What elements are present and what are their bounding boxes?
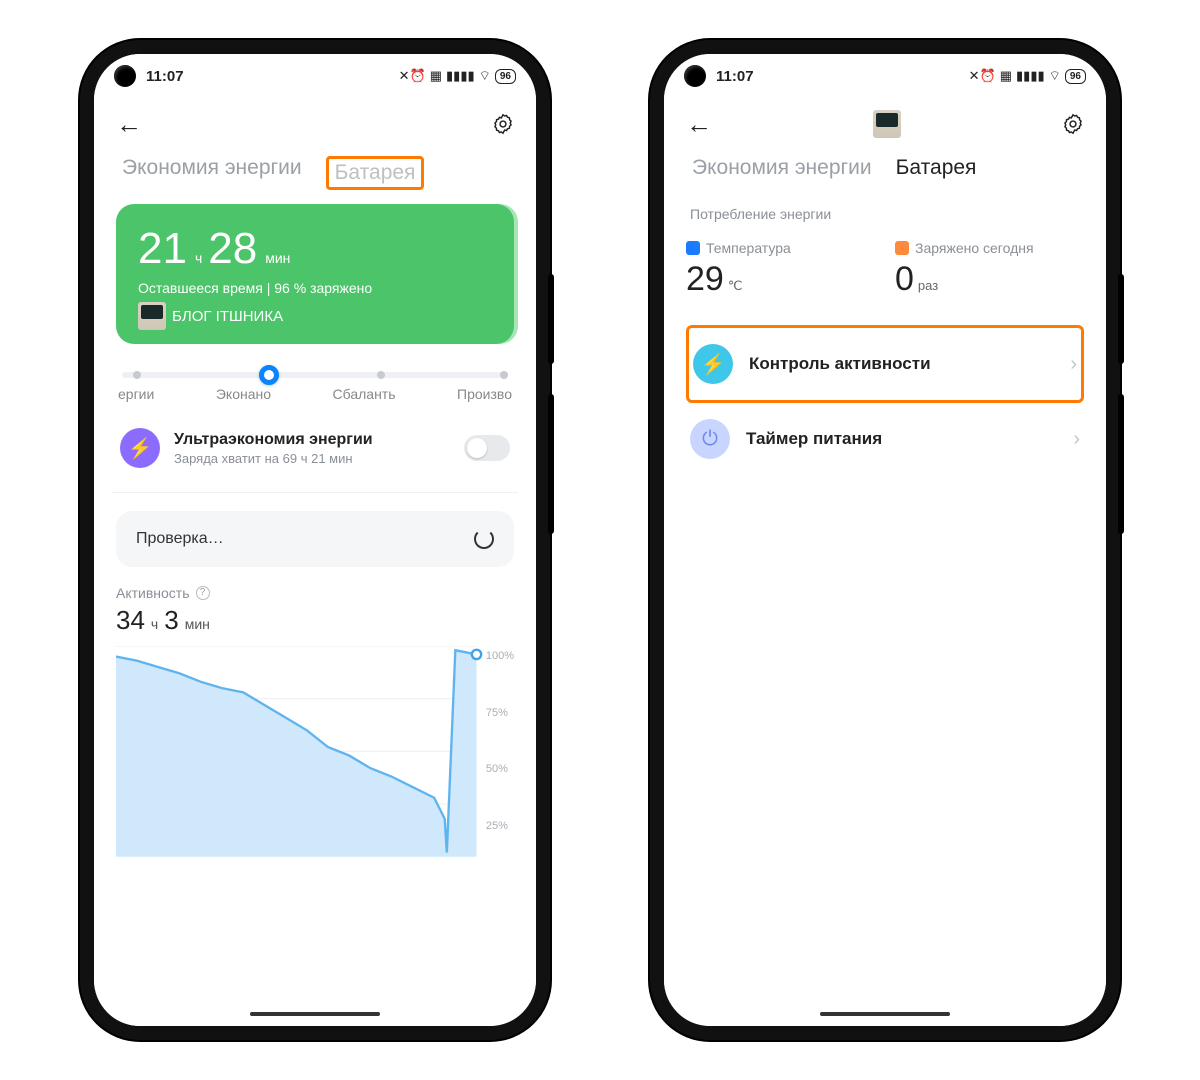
power-mode-slider[interactable]: ергииЭконаноСбалантьПроизво <box>116 372 514 402</box>
stats-row: Температура 29℃ Заряжено сегодня 0раз <box>686 240 1084 299</box>
ultra-sub: Заряда хватит на 69 ч 21 мин <box>174 451 373 466</box>
status-icons: ✕⏰ ▦ ▮▮▮▮ ⌔ 96 <box>969 68 1086 84</box>
sim-icon: ▦ <box>430 68 442 84</box>
remaining-time-card[interactable]: 21ч 28мин Оставшееся время | 96 % заряже… <box>116 204 514 344</box>
tabs: Экономия энергии Батарея <box>664 150 1106 194</box>
activity-time: 34ч 3мин <box>116 605 514 636</box>
activity-chart: 100% 75% 50% 25% <box>116 646 514 836</box>
check-label: Проверка… <box>136 530 224 548</box>
home-indicator[interactable] <box>820 1012 950 1016</box>
back-button[interactable]: ← <box>686 111 712 137</box>
tab-energy-saving[interactable]: Экономия энергии <box>692 156 872 180</box>
home-indicator[interactable] <box>250 1012 380 1016</box>
tab-battery[interactable]: Батарея <box>335 161 416 184</box>
settings-icon[interactable] <box>1062 113 1084 135</box>
app-bar: ← <box>664 98 1106 150</box>
camera-punch-hole <box>684 65 706 87</box>
screen-right: 11:07 ✕⏰ ▦ ▮▮▮▮ ⌔ 96 ← Экономия энергии … <box>664 54 1106 1026</box>
status-icons: ✕⏰ ▦ ▮▮▮▮ ⌔ 96 <box>399 68 516 84</box>
computer-icon <box>873 110 901 138</box>
remaining-time-value: 21ч 28мин <box>138 224 492 274</box>
side-button <box>1118 274 1124 364</box>
content-left: 21ч 28мин Оставшееся время | 96 % заряже… <box>94 204 536 1026</box>
ultra-power-saving-row: ⚡ Ультраэкономия энергии Заряда хватит н… <box>116 412 514 486</box>
signal-icon: ▮▮▮▮ <box>446 68 475 84</box>
status-time: 11:07 <box>146 68 184 85</box>
status-bar: 11:07 ✕⏰ ▦ ▮▮▮▮ ⌔ 96 <box>94 54 536 98</box>
chevron-right-icon: › <box>1070 353 1077 376</box>
bolt-icon: ⚡ <box>693 344 733 384</box>
sim-icon: ▦ <box>1000 68 1012 84</box>
check-row[interactable]: Проверка… <box>116 511 514 567</box>
status-time: 11:07 <box>716 68 754 85</box>
wifi-icon: ⌔ <box>1049 68 1061 84</box>
computer-icon <box>138 302 166 330</box>
help-icon[interactable]: ? <box>196 586 210 600</box>
chart-y-labels: 100% 75% 50% 25% <box>486 646 514 836</box>
slider-stop[interactable] <box>133 371 141 379</box>
phone-left: 11:07 ✕⏰ ▦ ▮▮▮▮ ⌔ 96 ← Экономия энергии … <box>80 40 550 1040</box>
slider-labels: ергииЭконаноСбалантьПроизво <box>116 386 514 402</box>
wifi-icon: ⌔ <box>479 68 491 84</box>
side-button <box>548 394 554 534</box>
mute-icon: ✕⏰ <box>969 68 996 84</box>
spinner-icon <box>474 529 494 549</box>
phone-right: 11:07 ✕⏰ ▦ ▮▮▮▮ ⌔ 96 ← Экономия энергии … <box>650 40 1120 1040</box>
chevron-right-icon: › <box>1073 428 1080 451</box>
tabs: Экономия энергии Батарея <box>94 150 536 204</box>
tab-battery[interactable]: Батарея <box>896 156 977 180</box>
bolt-icon: ⚡ <box>120 428 160 468</box>
mute-icon: ✕⏰ <box>399 68 426 84</box>
thermometer-icon <box>686 241 700 255</box>
activity-control-item[interactable]: ⚡ Контроль активности › <box>689 328 1081 400</box>
signal-icon: ▮▮▮▮ <box>1016 68 1045 84</box>
activity-header: Активность ? <box>116 585 514 601</box>
slider-knob[interactable] <box>259 365 279 385</box>
battery-icon: 96 <box>1065 69 1086 84</box>
highlight-activity-control: ⚡ Контроль активности › <box>686 325 1084 403</box>
power-timer-item[interactable]: ⏻ Таймер питания › <box>686 403 1084 475</box>
settings-icon[interactable] <box>492 113 514 135</box>
side-button <box>1118 394 1124 534</box>
stat-charged-today: Заряжено сегодня 0раз <box>895 240 1084 299</box>
section-header: Потребление энергии <box>690 206 1080 222</box>
divider <box>112 492 518 493</box>
plug-icon <box>895 241 909 255</box>
side-button <box>548 274 554 364</box>
tab-energy-saving[interactable]: Экономия энергии <box>122 156 302 190</box>
remaining-time-sub: Оставшееся время | 96 % заряжено <box>138 280 492 296</box>
stat-temperature: Температура 29℃ <box>686 240 875 299</box>
power-icon: ⏻ <box>690 419 730 459</box>
screen-left: 11:07 ✕⏰ ▦ ▮▮▮▮ ⌔ 96 ← Экономия энергии … <box>94 54 536 1026</box>
slider-stop[interactable] <box>500 371 508 379</box>
slider-track[interactable] <box>122 372 508 378</box>
camera-punch-hole <box>114 65 136 87</box>
battery-icon: 96 <box>495 69 516 84</box>
watermark: БЛОГ ІТШНИКА <box>138 302 492 330</box>
app-bar: ← <box>94 98 536 150</box>
ultra-toggle[interactable] <box>464 435 510 461</box>
content-right: Потребление энергии Температура 29℃ Заря… <box>664 194 1106 1026</box>
slider-stop[interactable] <box>377 371 385 379</box>
status-bar: 11:07 ✕⏰ ▦ ▮▮▮▮ ⌔ 96 <box>664 54 1106 98</box>
back-button[interactable]: ← <box>116 111 142 137</box>
highlight-battery-tab: Батарея <box>326 156 425 190</box>
ultra-title: Ультраэкономия энергии <box>174 431 373 449</box>
